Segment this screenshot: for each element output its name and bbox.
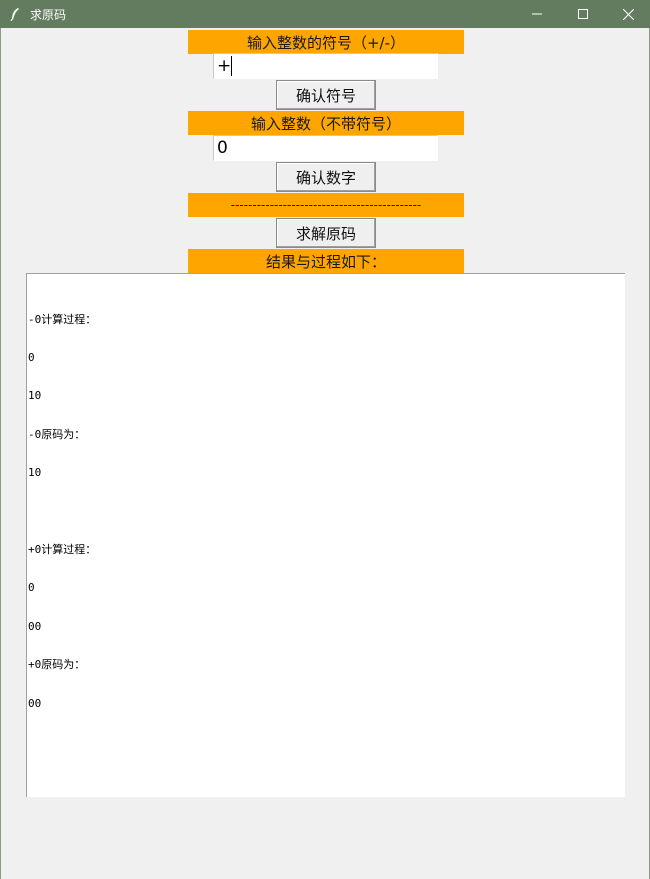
result-output-textarea[interactable]: -0计算过程： 0 10 -0原码为： 10 +0计算过程： 0 00 +0原码…: [26, 273, 625, 797]
number-label: 输入整数（不带符号）: [188, 111, 464, 135]
number-input-value: 0: [217, 138, 228, 158]
output-line: 10: [28, 466, 42, 480]
close-button[interactable]: [605, 0, 650, 28]
sign-label: 输入整数的符号（+/-）: [188, 30, 464, 54]
output-line: 00: [28, 696, 42, 710]
output-line: 0: [28, 581, 35, 595]
window-border-left: [0, 28, 1, 879]
separator-text: ----------------------------------------…: [230, 198, 422, 212]
result-header: 结果与过程如下：: [188, 249, 464, 273]
output-line: 00: [28, 619, 42, 633]
output-line: -0原码为：: [28, 427, 86, 441]
minimize-button[interactable]: [514, 0, 560, 28]
output-line: +0计算过程：: [28, 542, 97, 556]
separator-banner: ----------------------------------------…: [188, 193, 464, 217]
sign-input[interactable]: +: [213, 53, 438, 79]
output-line: 0: [28, 350, 35, 364]
confirm-number-button[interactable]: 确认数字: [276, 162, 376, 192]
output-line: +0原码为：: [28, 658, 86, 672]
minimize-icon: [532, 13, 542, 15]
solve-button[interactable]: 求解原码: [276, 218, 376, 248]
feather-icon: [10, 6, 22, 22]
maximize-icon: [578, 9, 588, 19]
sign-input-value: +: [217, 56, 232, 76]
confirm-sign-button[interactable]: 确认符号: [276, 80, 376, 110]
title-bar: 求原码: [0, 0, 650, 28]
close-icon: [622, 8, 634, 20]
window-title: 求原码: [30, 7, 67, 22]
text-caret: [231, 56, 233, 76]
output-line: -0计算过程：: [28, 312, 97, 326]
maximize-button[interactable]: [560, 0, 606, 28]
output-line: 10: [28, 389, 42, 403]
number-input[interactable]: 0: [213, 135, 438, 161]
